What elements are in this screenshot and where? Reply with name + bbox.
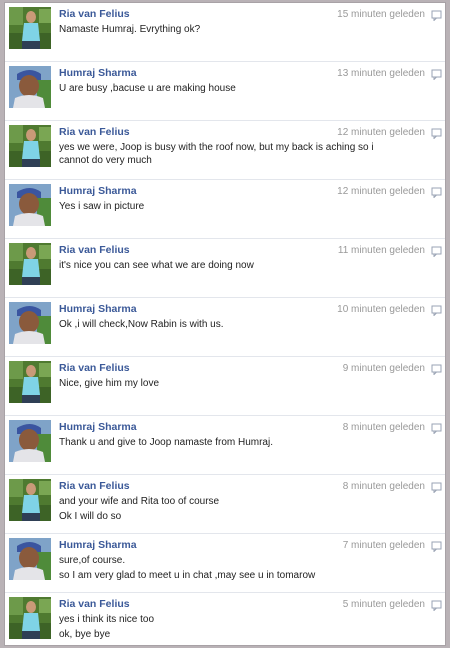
message-item: Humraj Sharma 13 minuten geleden U are bus… (5, 62, 445, 121)
message-text-line: yes i think its nice too (59, 614, 155, 625)
message-item: Humraj Sharma 12 minuten geleden Yes i saw… (5, 180, 445, 239)
message-body: U are busy ,bacuse u are making house (59, 82, 385, 97)
sender-name-link[interactable]: Ria van Felius (59, 126, 130, 138)
avatar[interactable] (9, 184, 51, 226)
message-body: sure,of course. so I am very glad to meet… (59, 554, 385, 584)
message-body: Thank u and give to Joop namaste from Hu… (59, 436, 385, 451)
message-item: Ria van Felius 15 minuten geleden Namaste … (5, 3, 445, 62)
message-text-line: so I am very glad to meet u in chat ,may… (59, 570, 316, 581)
message-text-line: Namaste Humraj. Evrything ok? (59, 24, 201, 35)
sender-name-link[interactable]: Humraj Sharma (59, 303, 137, 315)
message-timestamp: 9 minuten geleden (342, 363, 425, 374)
message-text-line: Thank u and give to Joop namaste from Hu… (59, 437, 273, 448)
sender-name-link[interactable]: Humraj Sharma (59, 185, 137, 197)
message-timestamp: 11 minuten geleden (337, 245, 425, 256)
message-item: Humraj Sharma 7 minuten geleden sure,of co… (5, 534, 445, 593)
message-timestamp: 13 minuten geleden (337, 68, 425, 79)
message-body: Ok ,i will check,Now Rabin is with us. (59, 318, 385, 333)
message-timestamp: 5 minuten geleden (342, 599, 425, 610)
message-body: Yes i saw in picture (59, 200, 385, 215)
speech-bubble-icon[interactable] (431, 303, 442, 317)
message-timestamp: 10 minuten geleden (337, 304, 425, 315)
message-body: yes i think its nice too ok, bye bye (59, 613, 385, 643)
sender-name-link[interactable]: Ria van Felius (59, 244, 130, 256)
message-list: Ria van Felius 15 minuten geleden Namaste … (5, 3, 445, 645)
message-item: Ria van Felius 5 minuten geleden yes i thi… (5, 593, 445, 645)
sender-name-link[interactable]: Ria van Felius (59, 362, 130, 374)
speech-bubble-icon[interactable] (431, 480, 442, 494)
speech-bubble-icon[interactable] (431, 539, 442, 553)
avatar[interactable] (9, 538, 51, 580)
speech-bubble-icon[interactable] (431, 362, 442, 376)
message-text-line: ok, bye bye (59, 629, 111, 640)
message-text-line: U are busy ,bacuse u are making house (59, 83, 236, 94)
sender-name-link[interactable]: Humraj Sharma (59, 67, 137, 79)
message-text-line: sure,of course. (59, 555, 126, 566)
avatar[interactable] (9, 7, 51, 49)
message-body: it's nice you can see what we are doing … (59, 259, 385, 274)
sender-name-link[interactable]: Ria van Felius (59, 8, 130, 20)
message-timestamp: 12 minuten geleden (337, 127, 425, 138)
sender-name-link[interactable]: Ria van Felius (59, 598, 130, 610)
message-text-line: Yes i saw in picture (59, 201, 145, 212)
message-timestamp: 12 minuten geleden (337, 186, 425, 197)
message-item: Ria van Felius 9 minuten geleden Nice, giv… (5, 357, 445, 416)
speech-bubble-icon[interactable] (431, 244, 442, 258)
avatar[interactable] (9, 597, 51, 639)
avatar[interactable] (9, 361, 51, 403)
message-item: Ria van Felius 8 minuten geleden and your … (5, 475, 445, 534)
sender-name-link[interactable]: Humraj Sharma (59, 539, 137, 551)
message-text-line: Nice, give him my love (59, 378, 160, 389)
message-text-line: yes we were, Joop is busy with the roof … (59, 142, 374, 166)
message-text-line: it's nice you can see what we are doing … (59, 260, 254, 271)
avatar[interactable] (9, 479, 51, 521)
speech-bubble-icon[interactable] (431, 67, 442, 81)
message-text-line: Ok ,i will check,Now Rabin is with us. (59, 319, 224, 330)
avatar[interactable] (9, 243, 51, 285)
message-item: Humraj Sharma 8 minuten geleden Thank u an… (5, 416, 445, 475)
sender-name-link[interactable]: Ria van Felius (59, 480, 130, 492)
message-body: and your wife and Rita too of course Ok I… (59, 495, 385, 525)
message-thread: Ria van Felius 15 minuten geleden Namaste … (4, 2, 446, 646)
message-body: Nice, give him my love (59, 377, 385, 392)
message-timestamp: 7 minuten geleden (342, 540, 425, 551)
message-timestamp: 8 minuten geleden (342, 422, 425, 433)
speech-bubble-icon[interactable] (431, 421, 442, 435)
message-item: Ria van Felius 11 minuten geleden it's nic… (5, 239, 445, 298)
speech-bubble-icon[interactable] (431, 598, 442, 612)
message-timestamp: 8 minuten geleden (342, 481, 425, 492)
speech-bubble-icon[interactable] (431, 8, 442, 22)
avatar[interactable] (9, 125, 51, 167)
message-text-line: and your wife and Rita too of course (59, 496, 220, 507)
avatar[interactable] (9, 420, 51, 462)
message-text-line: Ok I will do so (59, 511, 122, 522)
speech-bubble-icon[interactable] (431, 185, 442, 199)
message-item: Ria van Felius 12 minuten geleden yes we w… (5, 121, 445, 180)
speech-bubble-icon[interactable] (431, 126, 442, 140)
message-body: Namaste Humraj. Evrything ok? (59, 23, 385, 38)
message-body: yes we were, Joop is busy with the roof … (59, 141, 385, 169)
avatar[interactable] (9, 302, 51, 344)
sender-name-link[interactable]: Humraj Sharma (59, 421, 137, 433)
avatar[interactable] (9, 66, 51, 108)
message-item: Humraj Sharma 10 minuten geleden Ok ,i wil… (5, 298, 445, 357)
message-timestamp: 15 minuten geleden (337, 9, 425, 20)
